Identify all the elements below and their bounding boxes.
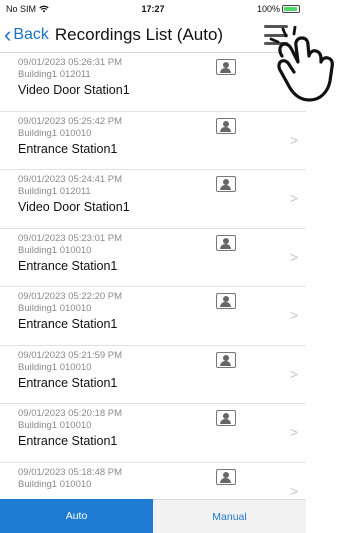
- recording-building: Building1 010010: [18, 420, 92, 431]
- recording-device: Video Door Station1: [18, 83, 130, 97]
- list-item[interactable]: 09/01/2023 05:22:20 PM Building1 010010 …: [0, 287, 306, 346]
- video-recording-icon: [216, 468, 236, 485]
- list-item[interactable]: 09/01/2023 05:24:41 PM Building1 012011 …: [0, 170, 306, 229]
- battery-percent: 100%: [256, 3, 280, 14]
- nav-bar: ‹ Back Recordings List (Auto): [0, 17, 306, 53]
- recording-timestamp: 09/01/2023 05:18:48 PM: [18, 466, 123, 478]
- chevron-right-icon: >: [289, 131, 298, 148]
- list-item[interactable]: 09/01/2023 05:18:48 PM Building1 010010 …: [0, 463, 306, 500]
- recording-building: Building1 010010: [18, 244, 92, 256]
- recording-building: Building1 010010: [18, 303, 92, 314]
- recording-timestamp: 09/01/2023 05:22:20 PM: [18, 291, 123, 302]
- video-recording-icon: [216, 59, 236, 75]
- video-recording-icon: [216, 293, 236, 309]
- recording-timestamp: 09/01/2023 05:26:31 PM: [18, 57, 123, 68]
- recording-timestamp: 09/01/2023 05:24:41 PM: [18, 174, 123, 185]
- recording-device: Entrance Station1: [18, 434, 118, 448]
- recording-timestamp: 09/01/2023 05:25:42 PM: [18, 115, 123, 127]
- chevron-left-icon: ‹: [4, 21, 12, 47]
- video-recording-icon: [216, 117, 236, 134]
- page-title: Recordings List (Auto): [54, 24, 224, 44]
- recording-building: Building1 012011: [18, 69, 91, 80]
- recording-device: Entrance Station1: [18, 258, 118, 273]
- recording-timestamp: 09/01/2023 05:20:18 PM: [18, 408, 123, 419]
- back-label: Back: [13, 25, 49, 43]
- video-recording-icon: [216, 234, 236, 251]
- status-left: No SIM: [6, 4, 49, 14]
- tab-bar: Auto Manual: [0, 499, 306, 533]
- chevron-right-icon: >: [289, 424, 298, 440]
- recording-device: Entrance Station1: [18, 141, 118, 156]
- recording-device: Video Door Station1: [18, 200, 130, 214]
- recording-timestamp: 09/01/2023 05:23:01 PM: [18, 232, 123, 244]
- recording-building: Building1 010010: [18, 127, 92, 139]
- recording-device: Entrance Station1: [18, 375, 118, 390]
- app-screen: No SIM 17:27 100% ‹ Back Recordings List…: [0, 0, 306, 533]
- carrier-label: No SIM: [6, 3, 37, 14]
- recording-timestamp: 09/01/2023 05:21:59 PM: [18, 349, 123, 361]
- tab-manual[interactable]: Manual: [153, 499, 306, 533]
- status-bar: No SIM 17:27 100%: [0, 0, 306, 17]
- list-item[interactable]: 09/01/2023 05:25:42 PM Building1 010010 …: [0, 112, 306, 170]
- list-item[interactable]: 09/01/2023 05:21:59 PM Building1 010010 …: [0, 346, 306, 404]
- video-recording-icon: [216, 176, 236, 192]
- battery-icon: [281, 4, 300, 13]
- status-time: 17:27: [141, 3, 165, 14]
- status-right: 100%: [257, 4, 300, 14]
- video-recording-icon: [216, 410, 236, 426]
- chevron-right-icon: >: [289, 248, 298, 265]
- list-item[interactable]: 09/01/2023 05:23:01 PM Building1 010010 …: [0, 229, 306, 287]
- tab-auto[interactable]: Auto: [0, 499, 153, 533]
- tap-hand-icon: [269, 26, 334, 102]
- back-button[interactable]: ‹ Back: [4, 21, 55, 47]
- recordings-list: 09/01/2023 05:26:31 PM Building1 012011 …: [0, 53, 306, 499]
- recording-building: Building1 010010: [18, 361, 92, 373]
- recording-building: Building1 012011: [18, 186, 91, 197]
- chevron-right-icon: >: [289, 190, 298, 206]
- video-recording-icon: [216, 351, 236, 368]
- recording-device: Entrance Station1: [18, 317, 118, 331]
- chevron-right-icon: >: [289, 482, 298, 499]
- list-item[interactable]: 09/01/2023 05:26:31 PM Building1 012011 …: [0, 53, 306, 112]
- chevron-right-icon: >: [289, 307, 298, 323]
- chevron-right-icon: >: [289, 365, 298, 382]
- recording-building: Building1 010010: [18, 478, 92, 490]
- wifi-icon: [39, 5, 49, 12]
- list-item[interactable]: 09/01/2023 05:20:18 PM Building1 010010 …: [0, 404, 306, 463]
